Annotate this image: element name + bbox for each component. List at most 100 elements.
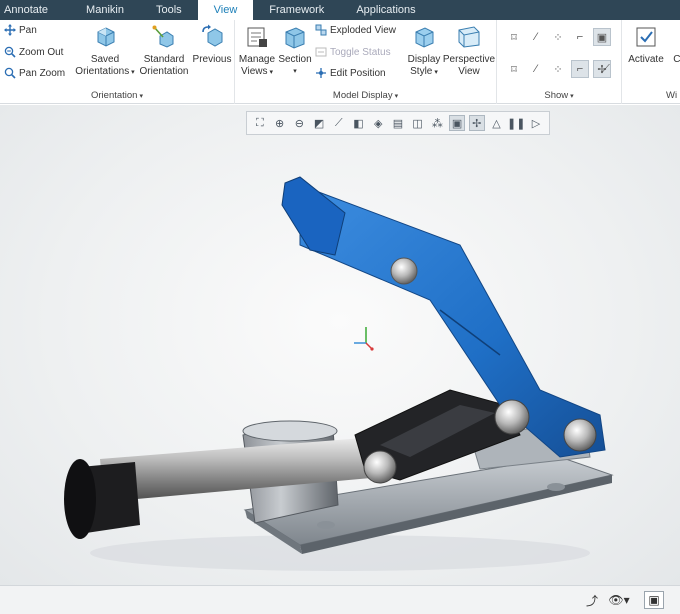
chevron-down-icon: ▾ [139,93,143,100]
toggle-status-icon [315,46,327,58]
base-hole [547,483,565,491]
perspective-view-label-2: View [458,66,480,77]
smart-selection-icon[interactable]: ⤴ [582,591,602,609]
status-bar: ⤴ 👁▾ ▣ [0,585,680,614]
orientation-group-title: Orientation [91,90,138,101]
plane-tag-display-icon[interactable]: ⌑ [505,60,523,78]
section-button[interactable]: Section ▾ [277,24,313,78]
graphics-viewport[interactable]: ⛶ ⊕ ⊖ ◩ ⟋ ◧ ◈ ▤ ◫ ⁂ ▣ ✢ △ ❚❚ ▷ [0,105,680,585]
activate-button[interactable]: Activate [626,24,666,66]
section-label: Section [278,54,312,65]
close-window-label: Cl [673,54,680,65]
saved-orientations-label-1: Saved [90,54,120,65]
axis-tag-display-icon[interactable]: ⁄ [527,60,545,78]
show-group-label[interactable]: Show ▾ [497,90,621,101]
zoom-out-label: Zoom Out [19,46,64,58]
annotation-display-icon[interactable]: ▣ [593,28,611,46]
window-group-title: Wi [666,90,678,101]
edit-position-icon [315,67,327,79]
pan-button[interactable]: Pan [4,24,37,36]
display-style-icon [411,24,437,50]
manage-views-label-1: Manage [238,54,276,65]
saved-orientations-label-2: Orientations [75,66,130,77]
pan-zoom-button[interactable]: Pan Zoom [4,67,65,79]
show-group-title: Show [544,90,569,101]
standard-orientation-button[interactable]: Standard Orientation [136,24,192,78]
axis-display-icon[interactable]: ⁄ [527,28,545,46]
manage-views-icon [244,24,270,50]
edit-position-button[interactable]: Edit Position [315,67,386,79]
section-icon [282,24,308,50]
pan-zoom-icon [4,67,16,79]
model-display-group: Manage Views ▾ Section ▾ Exploded View T… [235,20,497,104]
pan-label: Pan [19,24,37,36]
ribbon: Pan Zoom Out Pan Zoom Saved Orientations… [0,20,680,104]
perspective-view-icon [456,24,482,50]
saved-orientations-button[interactable]: Saved Orientations ▾ [74,24,136,79]
find-icon[interactable]: 👁▾ [604,591,634,609]
dropdown-caret-icon: ▾ [267,69,273,76]
plane-display-icon[interactable]: ⌑ [505,28,523,46]
perspective-view-button[interactable]: Perspective View [443,24,495,78]
exploded-view-label: Exploded View [330,24,396,36]
activate-label: Activate [628,54,664,65]
plunger-knob-face [64,459,96,539]
exploded-view-icon [315,24,327,36]
previous-button[interactable]: Previous [192,24,232,66]
standard-orientation-label-2: Orientation [139,66,189,77]
point-tag-display-icon[interactable]: ⁘ [549,60,567,78]
tab-applications[interactable]: Applications [340,0,431,20]
zoom-out-icon [4,46,16,58]
base-hole [317,521,335,529]
display-style-label-2-wrap: Style ▾ [410,66,438,79]
display-style-label-1: Display [407,54,441,65]
display-style-button[interactable]: Display Style ▾ [403,24,445,79]
manage-views-label-2: Views [241,66,268,77]
zoom-out-button[interactable]: Zoom Out [4,46,63,58]
edit-position-label: Edit Position [330,67,386,79]
tab-framework[interactable]: Framework [253,0,340,20]
point-display-icon[interactable]: ⁘ [549,28,567,46]
3d-notes-display-icon[interactable]: ⟋ [597,60,615,78]
rear-pin [563,418,597,452]
dropdown-caret-icon: ▾ [293,68,297,75]
tab-manikin[interactable]: Manikin [70,0,140,20]
window-group: Activate Cl Wi [622,20,680,104]
graphics-toolbar-toggle-icon[interactable]: ▣ [644,591,664,609]
tab-view[interactable]: View [197,0,254,20]
toggle-clamp-model[interactable] [0,105,680,585]
perspective-view-label-1: Perspective [442,54,496,65]
manage-views-label-2-wrap: Views ▾ [241,66,273,79]
pan-zoom-label: Pan Zoom [19,67,66,79]
coordinate-system-triad [354,327,374,351]
chevron-down-icon: ▾ [394,93,399,100]
window-group-label[interactable]: Wi [622,90,680,101]
previous-orientation-icon [199,24,225,50]
orientation-group-label[interactable]: Orientation ▾ [0,90,234,101]
toggle-status-label: Toggle Status [330,46,391,58]
model-display-group-title: Model Display [332,90,393,101]
csys-display-icon[interactable]: ⌐ [571,28,589,46]
display-style-label-2: Style [410,66,433,77]
tab-tools[interactable]: Tools [140,0,198,20]
guide-collar-face [242,420,338,442]
pan-icon [4,24,16,36]
standard-orientation-label-1: Standard [143,54,185,65]
csys-tag-display-icon[interactable]: ⌐ [571,60,589,78]
chevron-down-icon: ▾ [570,93,574,100]
front-pin [363,450,397,484]
previous-label: Previous [192,54,232,65]
manage-views-button[interactable]: Manage Views ▾ [237,24,277,79]
dropdown-caret-icon: ▾ [432,69,438,76]
toggle-status-button[interactable]: Toggle Status [315,46,391,58]
close-window-icon [668,24,680,50]
tab-annotate[interactable]: Annotate [0,0,70,20]
show-group: ⌑ ⁄ ⁘ ⌐ ▣ ⌑ ⁄ ⁘ ⌐ ✢ ⟋ Show ▾ [497,20,622,104]
dropdown-caret-icon: ▾ [129,69,135,76]
saved-orientations-label-2-wrap: Orientations ▾ [75,66,134,79]
exploded-view-button[interactable]: Exploded View [315,24,396,36]
close-window-button[interactable]: Cl [668,24,680,66]
model-display-group-label[interactable]: Model Display ▾ [235,90,496,101]
handle-pivot-pin [390,257,418,285]
link-pin [494,399,530,435]
